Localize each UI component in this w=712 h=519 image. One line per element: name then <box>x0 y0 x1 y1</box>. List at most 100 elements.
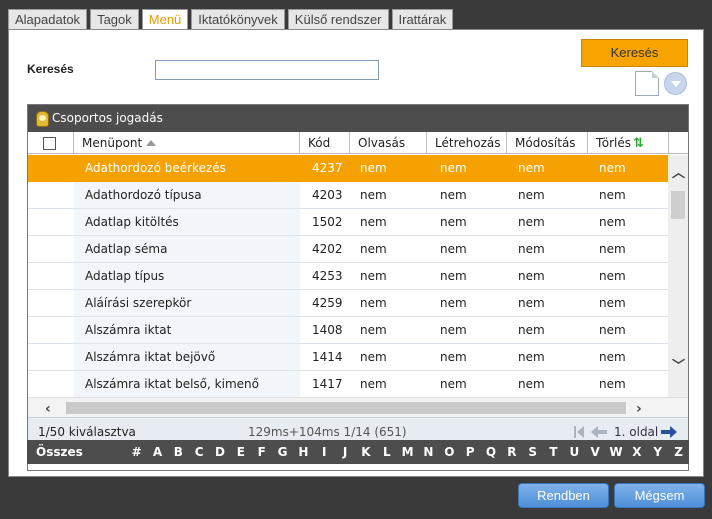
alphabet-letter[interactable]: D <box>210 440 231 464</box>
row-select-cell[interactable] <box>28 263 74 289</box>
column-header-row: Menüpont Kód Olvasás Létrehozás Módosítá… <box>28 132 688 154</box>
refresh-icon[interactable]: ⇅ <box>633 133 644 155</box>
alphabet-letter[interactable]: # <box>126 440 147 464</box>
row-select-cell[interactable] <box>28 344 74 370</box>
alphabet-letter[interactable]: U <box>564 440 585 464</box>
cell-kod: 4253 <box>312 269 343 283</box>
table-row[interactable]: Adathordozó típusa 4203 nem nem nem nem <box>28 182 668 209</box>
search-input[interactable] <box>155 60 379 80</box>
cell-letrehozas: nem <box>440 215 467 229</box>
row-select-cell[interactable] <box>28 155 74 181</box>
table-row[interactable]: Aláírási szerepkör 4259 nem nem nem nem <box>28 290 668 317</box>
alphabet-letter[interactable]: L <box>376 440 397 464</box>
table-row[interactable]: Adatlap séma 4202 nem nem nem nem <box>28 236 668 263</box>
alphabet-letter[interactable]: W <box>606 440 627 464</box>
cell-kod: 1502 <box>312 215 343 229</box>
previous-page-icon[interactable] <box>591 426 607 438</box>
cell-olvasas: nem <box>360 323 387 337</box>
alphabet-letter[interactable]: E <box>230 440 251 464</box>
scroll-up-icon[interactable]: ︿ <box>672 167 685 180</box>
alphabet-letter[interactable]: Y <box>647 440 668 464</box>
cell-menupont: Aláírási szerepkör <box>74 290 300 316</box>
cell-menupont: Alszámra iktat bejövő <box>74 344 300 370</box>
column-header-letrehozas[interactable]: Létrehozás <box>427 132 507 154</box>
alphabet-letter[interactable]: I <box>314 440 335 464</box>
alphabet-letter[interactable]: B <box>168 440 189 464</box>
chevron-down-icon[interactable] <box>664 72 687 95</box>
cell-modositas: nem <box>518 161 545 175</box>
alphabet-letter[interactable]: P <box>460 440 481 464</box>
row-select-cell[interactable] <box>28 209 74 235</box>
row-select-cell[interactable] <box>28 317 74 343</box>
alphabet-letter[interactable]: X <box>626 440 647 464</box>
horizontal-scrollbar[interactable]: ‹ › <box>28 397 688 417</box>
alphabet-letter[interactable]: O <box>439 440 460 464</box>
column-header-olvasas[interactable]: Olvasás <box>350 132 427 154</box>
table-row[interactable]: Alszámra iktat bejövő 1414 nem nem nem nem <box>28 344 668 371</box>
first-page-icon[interactable] <box>574 426 584 438</box>
table-row[interactable]: Adatlap típus 4253 nem nem nem nem <box>28 263 668 290</box>
cell-menupont: Adatlap séma <box>74 236 300 262</box>
next-page-icon[interactable] <box>661 426 677 438</box>
column-header-menupont[interactable]: Menüpont <box>74 132 300 154</box>
tab-iktatókönyvek[interactable]: Iktatókönyvek <box>191 9 285 29</box>
row-select-cell[interactable] <box>28 290 74 316</box>
cell-olvasas: nem <box>360 296 387 310</box>
group-permission-icon[interactable] <box>36 110 49 127</box>
tab-alapadatok[interactable]: Alapadatok <box>8 9 88 29</box>
tab-irattárak[interactable]: Irattárak <box>391 9 454 29</box>
group-permission-title[interactable]: Csoportos jogadás <box>52 105 163 132</box>
select-all-checkbox[interactable] <box>43 137 56 150</box>
column-header-torles[interactable]: Törlés ⇅ <box>588 132 669 154</box>
new-document-icon[interactable] <box>635 71 659 96</box>
alphabet-letter[interactable]: F <box>251 440 272 464</box>
cell-letrehozas: nem <box>440 377 467 391</box>
cell-kod: 1408 <box>312 323 343 337</box>
column-label: Kód <box>308 136 331 150</box>
alphabet-letter[interactable]: Z <box>668 440 689 464</box>
table-row[interactable]: Alszámra iktat 1408 nem nem nem nem <box>28 317 668 344</box>
alphabet-letter[interactable]: T <box>543 440 564 464</box>
alphabet-letter[interactable]: S <box>522 440 543 464</box>
cell-torles: nem <box>599 323 626 337</box>
alphabet-letter[interactable]: Q <box>481 440 502 464</box>
alphabet-filter-bar: Összes # A B C D E F G H I J K L M N O P Q R S T U V W X Y Z <box>27 440 689 464</box>
table-row[interactable]: Adathordozó beérkezés 4237 nem nem nem nem <box>28 155 668 182</box>
cell-kod: 4237 <box>312 161 343 175</box>
search-button[interactable]: Keresés <box>581 39 688 67</box>
table-row[interactable]: Alszámra iktat belső, kimenő 1417 nem nem ne… <box>28 371 668 397</box>
scroll-down-icon[interactable]: ﹀ <box>672 360 685 373</box>
vertical-scrollbar[interactable]: ︿ ﹀ <box>668 155 688 397</box>
ok-button[interactable]: Rendben <box>518 483 609 508</box>
tab-külső-rendszer[interactable]: Külső rendszer <box>287 9 389 29</box>
alphabet-all[interactable]: Összes <box>27 440 126 464</box>
column-header-modositas[interactable]: Módosítás <box>507 132 588 154</box>
cell-menupont: Adatlap kitöltés <box>74 209 300 235</box>
row-select-cell[interactable] <box>28 371 74 397</box>
alphabet-letter[interactable]: K <box>356 440 377 464</box>
horizontal-scroll-thumb[interactable] <box>66 402 626 414</box>
cell-torles: nem <box>599 215 626 229</box>
alphabet-letter[interactable]: N <box>418 440 439 464</box>
tab-tagok[interactable]: Tagok <box>90 9 139 29</box>
cancel-button[interactable]: Mégsem <box>614 483 705 508</box>
row-select-cell[interactable] <box>28 236 74 262</box>
table-row[interactable]: Adatlap kitöltés 1502 nem nem nem nem <box>28 209 668 236</box>
tab-menü[interactable]: Menü <box>141 9 189 30</box>
row-select-cell[interactable] <box>28 182 74 208</box>
alphabet-letter[interactable]: M <box>397 440 418 464</box>
scroll-thumb[interactable] <box>671 191 685 219</box>
scroll-left-icon[interactable]: ‹ <box>45 401 51 417</box>
scroll-right-icon[interactable]: › <box>636 401 642 417</box>
alphabet-letter[interactable]: R <box>501 440 522 464</box>
alphabet-letter[interactable]: V <box>585 440 606 464</box>
alphabet-letter[interactable]: G <box>272 440 293 464</box>
alphabet-letter[interactable]: J <box>335 440 356 464</box>
alphabet-letter[interactable]: A <box>147 440 168 464</box>
cell-modositas: nem <box>518 269 545 283</box>
cell-kod: 1417 <box>312 377 343 391</box>
column-header-kod[interactable]: Kód <box>300 132 350 154</box>
alphabet-letter[interactable]: C <box>189 440 210 464</box>
cell-olvasas: nem <box>360 350 387 364</box>
alphabet-letter[interactable]: H <box>293 440 314 464</box>
